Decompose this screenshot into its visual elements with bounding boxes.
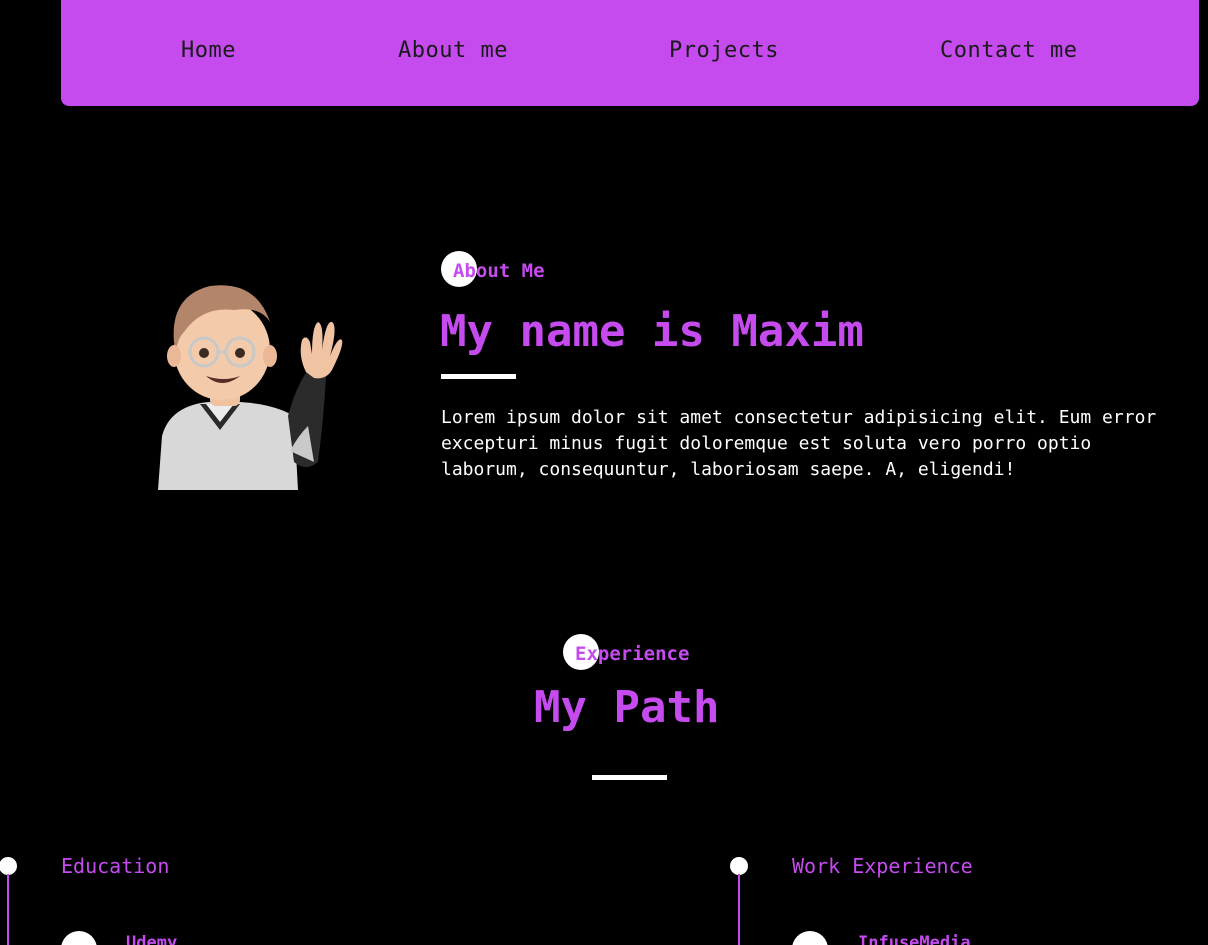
education-item-name: Udemy <box>126 933 178 945</box>
experience-title: My Path <box>534 682 720 733</box>
work-timeline-line <box>738 874 740 945</box>
waving-avatar-icon <box>158 285 343 490</box>
about-section-tag: About Me <box>453 260 545 282</box>
education-item-dot <box>61 931 97 945</box>
education-timeline-dot <box>0 857 17 875</box>
nav-link-projects[interactable]: Projects <box>669 38 779 63</box>
about-title: My name is Maxim <box>440 306 864 357</box>
page: Home About me Projects Contact me About … <box>0 0 1208 945</box>
experience-title-underline <box>592 775 667 780</box>
experience-section-tag: Experience <box>575 643 690 665</box>
education-title: Education <box>61 854 170 878</box>
work-experience-title: Work Experience <box>792 854 973 878</box>
work-timeline-dot <box>730 857 748 875</box>
top-navigation: Home About me Projects Contact me <box>61 0 1199 106</box>
nav-link-home[interactable]: Home <box>181 38 236 63</box>
about-title-underline <box>441 374 516 379</box>
work-item-name: InfuseMedia <box>858 933 971 945</box>
education-timeline-line <box>7 874 9 945</box>
nav-link-contact-me[interactable]: Contact me <box>940 38 1077 63</box>
work-item-dot <box>792 931 828 945</box>
about-description: Lorem ipsum dolor sit amet consectetur a… <box>441 407 1157 480</box>
nav-link-about-me[interactable]: About me <box>398 38 508 63</box>
